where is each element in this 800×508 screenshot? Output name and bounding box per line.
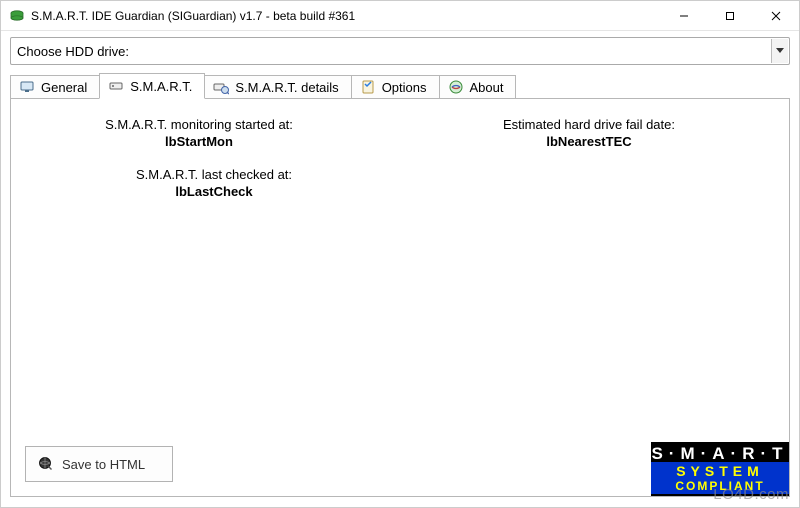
drive-icon (108, 78, 124, 94)
tab-smart-details[interactable]: S.M.A.R.T. details (204, 75, 351, 99)
app-window: S.M.A.R.T. IDE Guardian (SIGuardian) v1.… (0, 0, 800, 508)
last-checked-label: S.M.A.R.T. last checked at: (69, 167, 359, 182)
tab-label: General (41, 80, 87, 95)
chevron-down-icon (771, 39, 788, 63)
drive-label: Choose HDD drive: (11, 44, 137, 59)
tab-label: Options (382, 80, 427, 95)
drive-selected-value (137, 45, 771, 57)
drive-selector-row: Choose HDD drive: (10, 37, 790, 65)
last-checked-block: S.M.A.R.T. last checked at: lbLastCheck (69, 167, 359, 199)
left-column: S.M.A.R.T. monitoring started at: lbStar… (39, 117, 359, 217)
maximize-button[interactable] (707, 1, 753, 31)
tab-label: S.M.A.R.T. (130, 79, 192, 94)
monitoring-started-label: S.M.A.R.T. monitoring started at: (39, 117, 359, 132)
window-controls (661, 1, 799, 31)
save-button-label: Save to HTML (62, 457, 145, 472)
minimize-button[interactable] (661, 1, 707, 31)
last-checked-value: lbLastCheck (69, 184, 359, 199)
save-to-html-button[interactable]: Save to HTML (25, 446, 173, 482)
fail-date-block: Estimated hard drive fail date: lbNeares… (429, 117, 749, 149)
tab-about[interactable]: About (439, 75, 517, 99)
drive-dropdown[interactable] (137, 39, 788, 63)
globe-save-icon (38, 456, 54, 472)
monitor-icon (19, 79, 35, 95)
drive-detail-icon (213, 79, 229, 95)
tab-smart[interactable]: S.M.A.R.T. (99, 73, 205, 99)
monitoring-started-block: S.M.A.R.T. monitoring started at: lbStar… (39, 117, 359, 149)
tab-general[interactable]: General (10, 75, 100, 99)
options-icon (360, 79, 376, 95)
fail-date-label: Estimated hard drive fail date: (429, 117, 749, 132)
tab-content-smart: S.M.A.R.T. monitoring started at: lbStar… (10, 99, 790, 497)
badge-line3: COMPLIANT (651, 480, 789, 494)
fail-date-value: lbNearestTEC (429, 134, 749, 149)
close-button[interactable] (753, 1, 799, 31)
window-title: S.M.A.R.T. IDE Guardian (SIGuardian) v1.… (31, 9, 355, 23)
tab-label: S.M.A.R.T. details (235, 80, 338, 95)
about-icon (448, 79, 464, 95)
badge-line1: S·M·A·R·T (651, 442, 789, 462)
tab-options[interactable]: Options (351, 75, 440, 99)
tab-label: About (470, 80, 504, 95)
badge-line2: SYSTEM (651, 462, 789, 480)
app-icon (9, 8, 25, 24)
smart-compliant-badge: S·M·A·R·T SYSTEM COMPLIANT (651, 442, 789, 496)
tab-strip: General S.M.A.R.T. S.M.A.R.T. details (1, 73, 799, 99)
title-bar: S.M.A.R.T. IDE Guardian (SIGuardian) v1.… (1, 1, 799, 31)
right-column: Estimated hard drive fail date: lbNeares… (429, 117, 749, 217)
monitoring-started-value: lbStartMon (39, 134, 359, 149)
